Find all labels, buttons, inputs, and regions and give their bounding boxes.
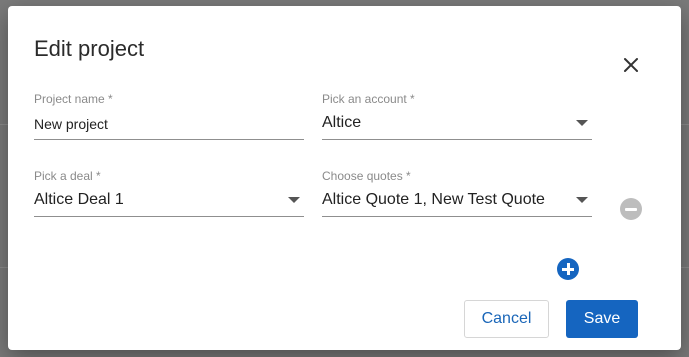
deal-select[interactable]: Pick a deal * Altice Deal 1 [34,169,304,217]
project-name-underline [34,139,304,140]
account-underline [322,139,592,140]
save-button[interactable]: Save [566,300,638,338]
project-name-label: Project name * [34,92,113,106]
project-name-value[interactable]: New project [34,114,108,134]
cancel-button[interactable]: Cancel [464,300,549,338]
account-value[interactable]: Altice [322,113,361,133]
backdrop-line [681,267,689,268]
deal-label: Pick a deal * [34,169,101,183]
quotes-underline [322,216,592,217]
minus-circle-icon[interactable] [620,198,642,220]
quotes-value[interactable]: Altice Quote 1, New Test Quote [322,190,545,210]
quotes-select[interactable]: Choose quotes * Altice Quote 1, New Test… [322,169,592,217]
account-select[interactable]: Pick an account * Altice [322,92,592,140]
plus-circle-icon[interactable] [557,258,579,280]
chevron-down-icon[interactable] [576,197,588,203]
deal-underline [34,216,304,217]
close-icon-glyph [624,58,638,72]
quotes-label: Choose quotes * [322,169,411,183]
project-name-field[interactable]: Project name * New project [34,92,304,140]
account-label: Pick an account * [322,92,415,106]
close-icon[interactable] [618,52,644,78]
chevron-down-icon[interactable] [288,197,300,203]
dialog-title: Edit project [34,36,145,61]
chevron-down-icon[interactable] [576,120,588,126]
backdrop-line [681,124,689,125]
deal-value[interactable]: Altice Deal 1 [34,190,124,210]
edit-project-dialog: Edit project Project name * New project … [8,6,681,350]
